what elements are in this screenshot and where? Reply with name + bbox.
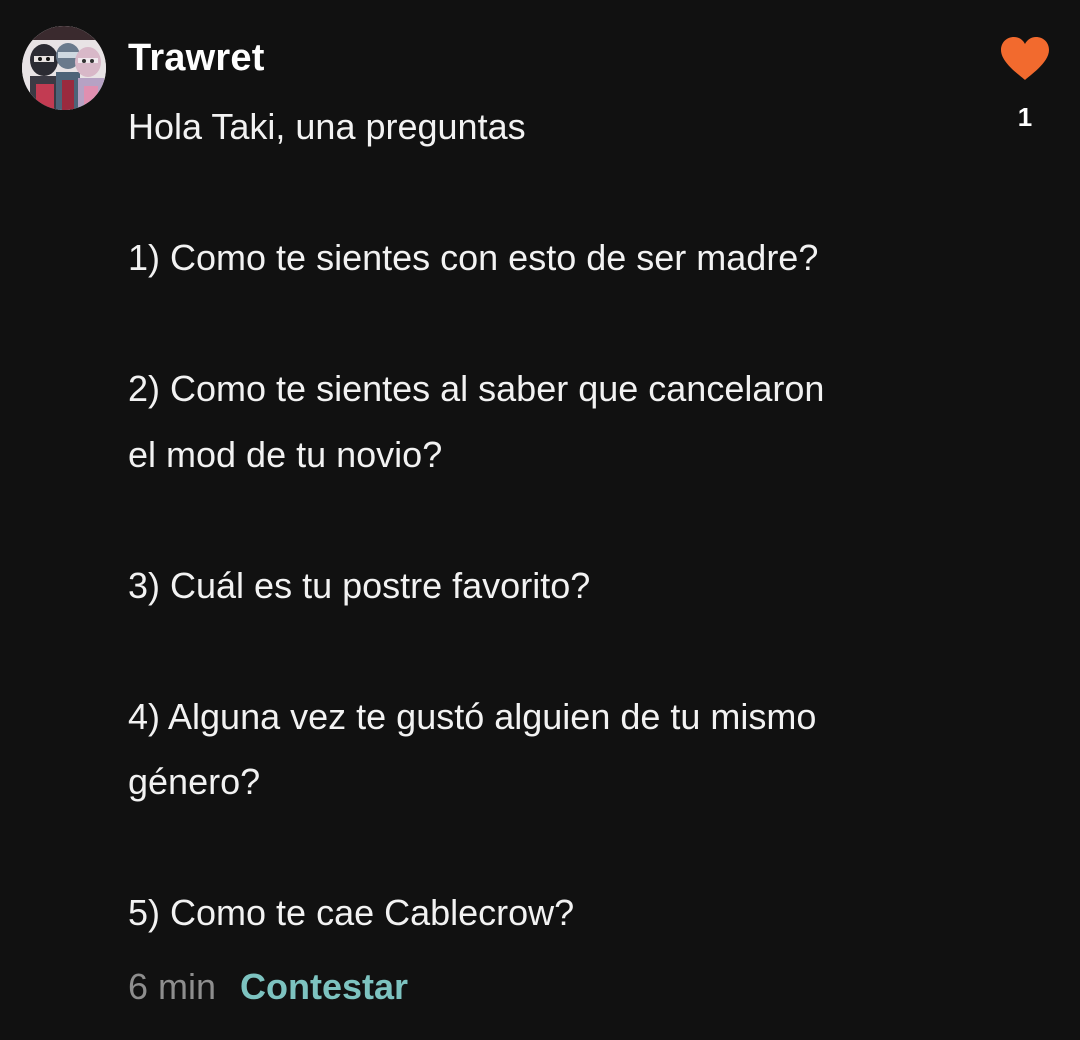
comment-line: género?	[128, 761, 261, 802]
comment-body: Hola Taki, una preguntas 1) Como te sien…	[128, 94, 948, 946]
comment-line: 3) Cuál es tu postre favorito?	[128, 564, 591, 606]
comment-item: Trawret Hola Taki, una preguntas 1) Como…	[0, 0, 1080, 1040]
comment-line: 1) Como te sientes con esto de ser madre…	[128, 237, 819, 278]
comment-line: 4) Alguna vez te gustó alguien de tu mis…	[128, 695, 817, 737]
comment-line: 2) Como te sientes al saber que cancelar…	[128, 368, 825, 409]
like-count: 1	[1017, 102, 1033, 132]
comment-line	[128, 487, 948, 553]
comment-line: el mod de tu novio?	[128, 433, 443, 475]
comment-line	[128, 815, 948, 881]
comment-line	[128, 160, 948, 226]
comment-line	[128, 618, 948, 684]
avatar[interactable]	[22, 26, 106, 110]
timestamp: 6 min	[128, 966, 217, 1007]
comment-footer: 6 min Contestar	[128, 962, 408, 1012]
comment-line: 5) Como te cae Cablecrow?	[128, 892, 575, 933]
username[interactable]: Trawret	[128, 36, 265, 80]
comment-line: Hola Taki, una preguntas	[128, 106, 526, 147]
reply-button[interactable]: Contestar	[240, 966, 408, 1008]
avatar-image	[22, 26, 106, 110]
comment-line	[128, 291, 948, 357]
heart-icon[interactable]	[999, 36, 1051, 82]
like-control: 1	[990, 36, 1060, 132]
